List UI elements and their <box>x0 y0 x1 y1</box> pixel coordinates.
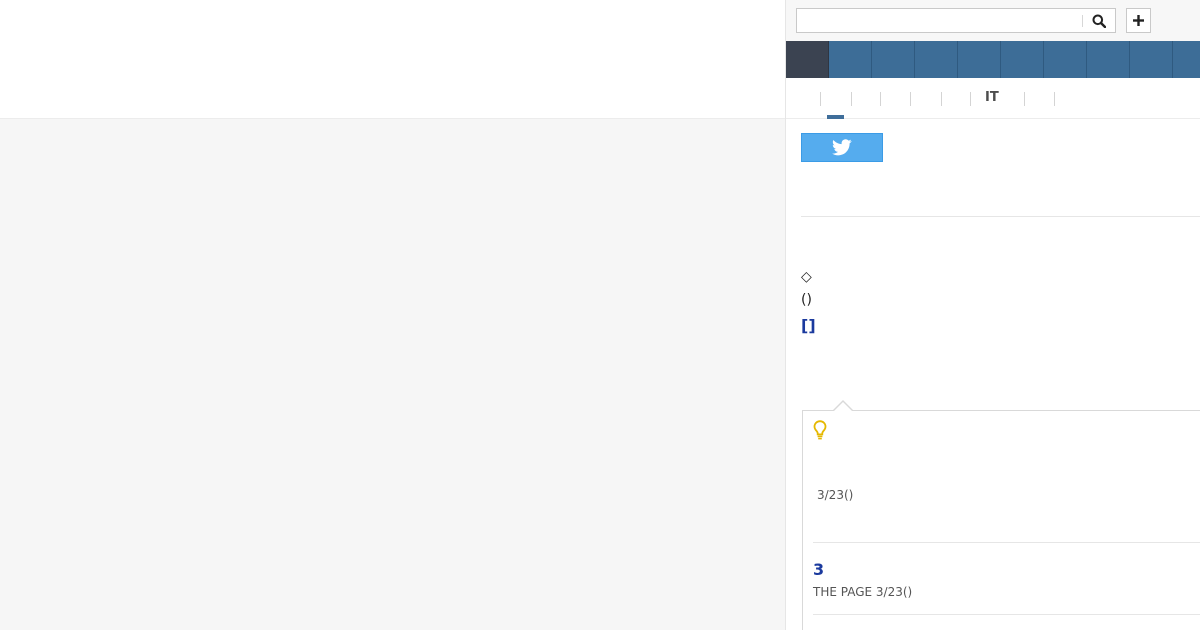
sub-category-tabs: IT <box>786 78 1200 119</box>
tab-separator <box>1054 92 1055 106</box>
tab-separator <box>910 92 911 106</box>
search-input[interactable] <box>797 9 1082 32</box>
nav-item[interactable] <box>1001 41 1044 78</box>
search-row <box>786 0 1200 41</box>
tab-separator <box>970 92 971 106</box>
article-subtext: () <box>801 292 812 308</box>
page-top-area <box>0 0 785 118</box>
related-article-link[interactable]: 3 <box>813 560 824 580</box>
card-pointer <box>833 402 853 412</box>
active-tab-indicator <box>827 115 844 119</box>
search-box <box>796 8 1116 33</box>
twitter-bird-icon <box>832 139 852 156</box>
search-icon <box>1092 14 1106 28</box>
nav-item[interactable] <box>1087 41 1130 78</box>
nav-item-home[interactable] <box>786 41 829 78</box>
article-link[interactable]: [] <box>801 316 816 336</box>
nav-item[interactable] <box>915 41 958 78</box>
nav-item[interactable] <box>1130 41 1173 78</box>
nav-item[interactable] <box>829 41 872 78</box>
tab-separator <box>820 92 821 106</box>
add-button[interactable] <box>1126 8 1151 33</box>
tab-separator <box>941 92 942 106</box>
card-divider <box>813 614 1200 615</box>
lightbulb-icon <box>813 420 827 440</box>
card-divider <box>813 542 1200 543</box>
related-article-source: THE PAGE 3/23() <box>813 585 913 599</box>
nav-item[interactable] <box>958 41 1001 78</box>
card-date: 3/23() <box>817 488 854 502</box>
section-divider <box>801 216 1200 217</box>
right-panel: IT ◇ () [] 3/23() 3 THE PAGE 3/23() <box>785 0 1200 630</box>
tab-separator <box>880 92 881 106</box>
article-marker: ◇ <box>801 269 812 285</box>
nav-item[interactable] <box>1173 41 1200 78</box>
nav-item[interactable] <box>872 41 915 78</box>
tab-it[interactable]: IT <box>985 90 999 105</box>
plus-icon <box>1133 15 1144 26</box>
top-divider <box>0 118 785 119</box>
search-button[interactable] <box>1083 9 1115 32</box>
twitter-share-button[interactable] <box>801 133 883 162</box>
nav-item[interactable] <box>1044 41 1087 78</box>
category-nav <box>786 41 1200 78</box>
tab-separator <box>851 92 852 106</box>
tab-separator <box>1024 92 1025 106</box>
